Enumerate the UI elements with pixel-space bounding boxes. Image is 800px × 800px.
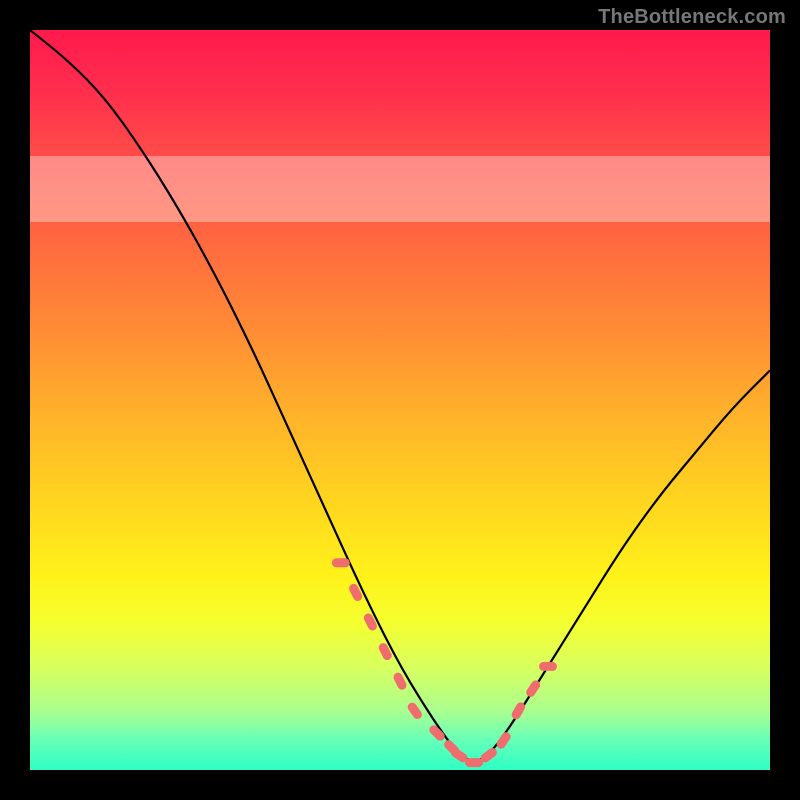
highlight-dot xyxy=(465,758,483,767)
bottleneck-curve xyxy=(30,30,770,761)
highlight-dot xyxy=(406,701,424,721)
highlight-dot xyxy=(377,642,393,662)
watermark-text: TheBottleneck.com xyxy=(598,6,786,29)
highlight-dot xyxy=(495,730,512,750)
highlight-dot xyxy=(539,662,557,671)
plot-area xyxy=(30,30,770,770)
chart-frame: TheBottleneck.com xyxy=(0,0,800,800)
highlight-dot xyxy=(332,558,350,567)
curve-layer xyxy=(30,30,770,770)
highlight-dot xyxy=(362,612,378,632)
highlight-dots xyxy=(332,558,557,767)
